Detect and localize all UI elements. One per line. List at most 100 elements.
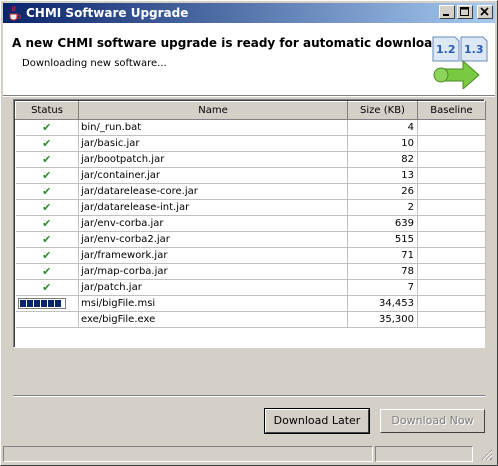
table-row[interactable]: exe/bigFile.exe 35,300 bbox=[15, 311, 486, 328]
version-upgrade-icon: 1.2 1.3 bbox=[432, 36, 488, 89]
row-name-cell: jar/bootpatch.jar bbox=[78, 151, 348, 168]
row-name-cell: msi/bigFile.msi bbox=[78, 295, 348, 312]
row-baseline-cell bbox=[417, 167, 486, 184]
row-size-cell: 78 bbox=[347, 263, 418, 280]
check-icon: ✔ bbox=[42, 233, 52, 246]
progress-segment bbox=[40, 299, 47, 307]
table-row[interactable]: ✔ jar/datarelease-int.jar 2 bbox=[15, 199, 486, 216]
column-header-size[interactable]: Size (KB) bbox=[347, 101, 418, 120]
table-row[interactable]: msi/bigFile.msi 34,453 bbox=[15, 295, 486, 312]
table-row[interactable]: ✔ bin/_run.bat 4 bbox=[15, 119, 486, 136]
row-baseline-cell bbox=[417, 119, 486, 136]
status-bar bbox=[3, 445, 495, 463]
headline: A new CHMI software upgrade is ready for… bbox=[12, 36, 446, 50]
row-baseline-cell bbox=[417, 311, 486, 328]
download-now-button[interactable]: Download Now bbox=[380, 409, 485, 433]
row-status-cell: ✔ bbox=[15, 119, 79, 136]
close-icon bbox=[480, 7, 489, 16]
header-divider bbox=[3, 95, 495, 97]
row-size-cell: 515 bbox=[347, 231, 418, 248]
table-row[interactable]: ✔ jar/bootpatch.jar 82 bbox=[15, 151, 486, 168]
row-status-cell: ✔ bbox=[15, 135, 79, 152]
table-row[interactable]: ✔ jar/map-corba.jar 78 bbox=[15, 263, 486, 280]
row-name-cell: jar/basic.jar bbox=[78, 135, 348, 152]
row-status-cell bbox=[15, 311, 79, 328]
column-header-name[interactable]: Name bbox=[78, 101, 348, 120]
download-status-text: Downloading new software... bbox=[22, 58, 167, 69]
row-size-cell: 4 bbox=[347, 119, 418, 136]
check-icon: ✔ bbox=[42, 201, 52, 214]
row-status-cell: ✔ bbox=[15, 279, 79, 296]
progress-segment bbox=[19, 299, 26, 307]
row-size-cell: 639 bbox=[347, 215, 418, 232]
check-icon: ✔ bbox=[42, 169, 52, 182]
row-size-cell: 34,453 bbox=[347, 295, 418, 312]
row-name-cell: jar/map-corba.jar bbox=[78, 263, 348, 280]
row-size-cell: 35,300 bbox=[347, 311, 418, 328]
row-baseline-cell bbox=[417, 231, 486, 248]
check-icon: ✔ bbox=[42, 265, 52, 278]
table-body: ✔ bin/_run.bat 4 ✔ jar/basic.jar 10 ✔ jar/bootp… bbox=[15, 119, 486, 328]
version-to-label: 1.3 bbox=[464, 43, 484, 56]
minimize-button[interactable] bbox=[439, 5, 455, 19]
check-icon: ✔ bbox=[42, 185, 52, 198]
row-status-cell: ✔ bbox=[15, 167, 79, 184]
file-table-scrollpane[interactable]: Status Name Size (KB) Baseline ✔ bin/_run… bbox=[13, 99, 486, 348]
table-row[interactable]: ✔ jar/env-corba.jar 639 bbox=[15, 215, 486, 232]
row-name-cell: jar/datarelease-int.jar bbox=[78, 199, 348, 216]
button-divider bbox=[13, 395, 485, 397]
status-field-main bbox=[3, 446, 373, 462]
window-controls bbox=[439, 5, 493, 19]
row-status-cell: ✔ bbox=[15, 231, 79, 248]
maximize-icon bbox=[460, 7, 469, 16]
close-button[interactable] bbox=[477, 5, 493, 19]
check-icon: ✔ bbox=[42, 249, 52, 262]
progress-segment bbox=[54, 299, 61, 307]
row-baseline-cell bbox=[417, 183, 486, 200]
row-name-cell: jar/patch.jar bbox=[78, 279, 348, 296]
row-size-cell: 2 bbox=[347, 199, 418, 216]
table-row[interactable]: ✔ jar/container.jar 13 bbox=[15, 167, 486, 184]
table-row[interactable]: ✔ jar/datarelease-core.jar 26 bbox=[15, 183, 486, 200]
check-icon: ✔ bbox=[42, 217, 52, 230]
row-status-cell: ✔ bbox=[15, 199, 79, 216]
row-status-cell: ✔ bbox=[15, 263, 79, 280]
row-baseline-cell bbox=[417, 247, 486, 264]
row-name-cell: exe/bigFile.exe bbox=[78, 311, 348, 328]
row-baseline-cell bbox=[417, 199, 486, 216]
row-size-cell: 71 bbox=[347, 247, 418, 264]
row-baseline-cell bbox=[417, 279, 486, 296]
row-name-cell: jar/env-corba.jar bbox=[78, 215, 348, 232]
row-status-cell: ✔ bbox=[15, 247, 79, 264]
table-row[interactable]: ✔ jar/framework.jar 71 bbox=[15, 247, 486, 264]
status-field-secondary bbox=[375, 446, 473, 462]
resize-grip-icon[interactable] bbox=[479, 447, 493, 461]
maximize-button[interactable] bbox=[457, 5, 473, 19]
window-title: CHMI Software Upgrade bbox=[26, 6, 189, 20]
row-name-cell: bin/_run.bat bbox=[78, 119, 348, 136]
table-row[interactable]: ✔ jar/env-corba2.jar 515 bbox=[15, 231, 486, 248]
row-baseline-cell bbox=[417, 215, 486, 232]
column-header-status[interactable]: Status bbox=[15, 101, 79, 120]
title-bar[interactable]: CHMI Software Upgrade bbox=[3, 3, 495, 23]
row-size-cell: 10 bbox=[347, 135, 418, 152]
row-baseline-cell bbox=[417, 151, 486, 168]
header-panel: A new CHMI software upgrade is ready for… bbox=[3, 23, 495, 95]
progress-segment bbox=[26, 299, 33, 307]
table-row[interactable]: ✔ jar/basic.jar 10 bbox=[15, 135, 486, 152]
progress-segment bbox=[33, 299, 40, 307]
row-baseline-cell bbox=[417, 263, 486, 280]
row-baseline-cell bbox=[417, 135, 486, 152]
upgrade-window: CHMI Software Upgrade A new CHMI softwar… bbox=[0, 0, 498, 466]
column-header-baseline[interactable]: Baseline bbox=[417, 101, 486, 120]
table-row[interactable]: ✔ jar/patch.jar 7 bbox=[15, 279, 486, 296]
version-from-label: 1.2 bbox=[436, 43, 456, 56]
row-size-cell: 26 bbox=[347, 183, 418, 200]
row-size-cell: 13 bbox=[347, 167, 418, 184]
row-status-cell: ✔ bbox=[15, 151, 79, 168]
download-progress-bar bbox=[17, 297, 66, 309]
row-name-cell: jar/datarelease-core.jar bbox=[78, 183, 348, 200]
check-icon: ✔ bbox=[42, 121, 52, 134]
row-name-cell: jar/container.jar bbox=[78, 167, 348, 184]
download-later-button[interactable]: Download Later bbox=[264, 408, 370, 434]
